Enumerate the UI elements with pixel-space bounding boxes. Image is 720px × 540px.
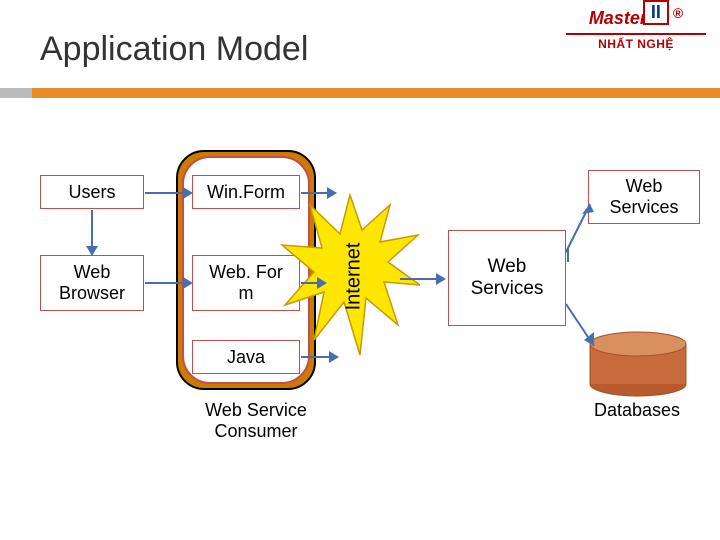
arrow-browser-webform-head	[183, 277, 193, 289]
arrow-webform-internet-head	[317, 277, 327, 289]
arrow-users-winform-head	[183, 187, 193, 199]
web-browser-label: Web Browser	[59, 262, 125, 304]
internet-label: Internet	[342, 243, 365, 311]
arrow-internet-ws-head	[436, 273, 446, 285]
arrow-internet-ws-line	[400, 278, 438, 280]
winform-label: Win.Form	[207, 182, 285, 203]
arrow-users-winform-line	[145, 192, 185, 194]
web-services-main-box: Web Services	[448, 230, 566, 326]
diagram-canvas: Users Web Browser Win.Form Web. For m Ja…	[0, 0, 720, 540]
arrow-winform-internet-line	[301, 192, 329, 194]
webform-label: Web. For m	[209, 262, 283, 304]
web-browser-box: Web Browser	[40, 255, 144, 311]
arrow-java-internet-head	[329, 351, 339, 363]
web-services-main-label: Web Services	[471, 256, 544, 300]
arrow-users-to-browser-head	[86, 246, 98, 256]
users-label: Users	[68, 182, 115, 203]
database-label: Databases	[594, 400, 680, 421]
arrow-winform-internet-head	[327, 187, 337, 199]
arrow-java-internet-line	[301, 356, 331, 358]
arrow-browser-webform-line	[145, 282, 185, 284]
java-label: Java	[227, 347, 265, 368]
arrow-ws-to-topws	[560, 196, 620, 256]
arrow-ws-to-db	[560, 300, 620, 360]
arrow-users-to-browser-line	[91, 210, 93, 248]
users-box: Users	[40, 175, 144, 209]
consumer-caption: Web Service Consumer	[186, 400, 326, 442]
